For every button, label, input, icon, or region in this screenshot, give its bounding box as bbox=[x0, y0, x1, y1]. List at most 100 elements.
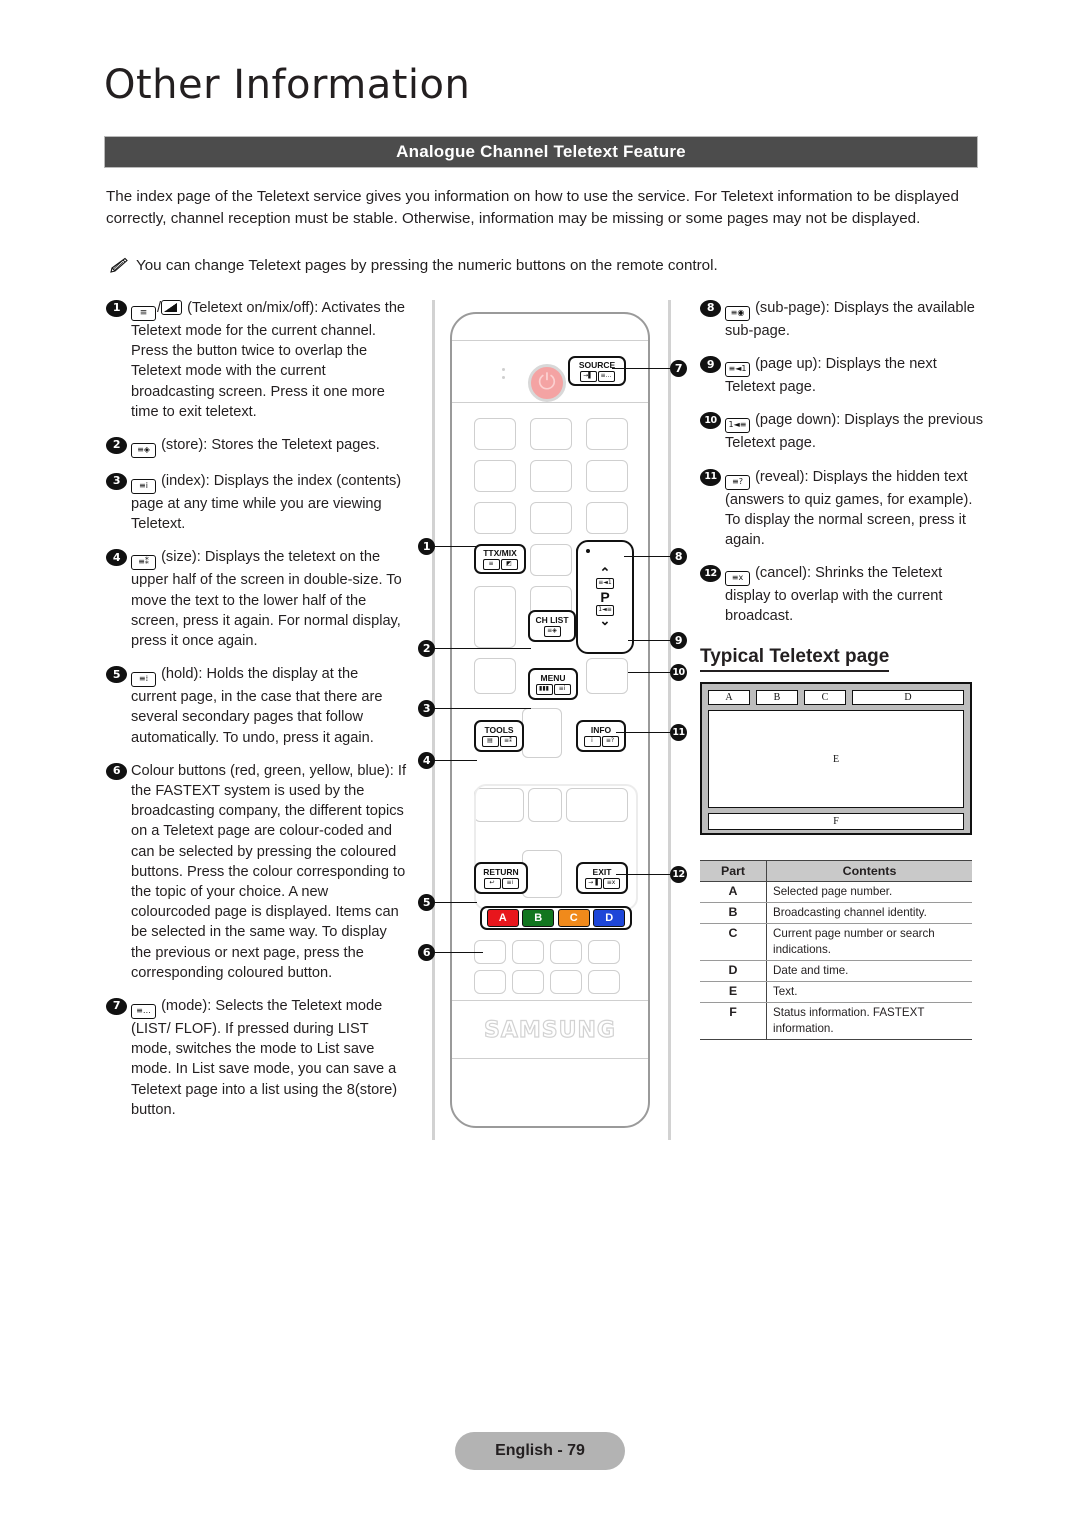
list-item: 6 Colour buttons (red, green, yellow, bl… bbox=[106, 761, 406, 983]
callout-6: 6 bbox=[418, 944, 483, 961]
numeric-key[interactable] bbox=[530, 460, 572, 492]
return-button-label: RETURN bbox=[483, 866, 519, 877]
menu-button-label: MENU bbox=[540, 672, 566, 683]
source-icon-group: →▌ ≡… bbox=[579, 370, 615, 382]
cell-contents: Broadcasting channel identity. bbox=[766, 902, 972, 924]
side-key[interactable] bbox=[586, 658, 628, 694]
indicator-dots bbox=[502, 368, 562, 425]
cell-part: C bbox=[700, 923, 767, 961]
numeric-key[interactable] bbox=[474, 460, 516, 492]
volume-key[interactable] bbox=[474, 586, 516, 648]
page-down-icon: 1◄≡ bbox=[725, 418, 750, 434]
numeric-key[interactable] bbox=[530, 418, 572, 450]
diagram-region-a: A bbox=[708, 690, 750, 705]
list-item-label: (reveal): Displays the hidden text (answ… bbox=[725, 468, 973, 549]
callout-11: 11 bbox=[616, 724, 687, 741]
tools-icon-group: ▤ ≡⁑ bbox=[481, 735, 517, 747]
callout-number: 4 bbox=[418, 752, 435, 769]
section-title: Analogue Channel Teletext Feature bbox=[396, 142, 686, 161]
cell-part: B bbox=[700, 902, 767, 924]
return-button[interactable]: RETURN ↩ ≡⁞ bbox=[474, 862, 528, 894]
list-item: 11 ≡? (reveal): Displays the hidden text… bbox=[700, 467, 985, 551]
cell-part: F bbox=[700, 1002, 767, 1040]
size-icon: ≡⁑ bbox=[499, 735, 517, 747]
list-item-body: ≡x (cancel): Shrinks the Teletext displa… bbox=[725, 563, 985, 626]
callout-line bbox=[435, 545, 477, 548]
menu-icon-group: ▮▮▮ ≡i bbox=[535, 683, 571, 695]
callout-line bbox=[628, 639, 670, 642]
remote-divider bbox=[452, 340, 648, 341]
list-item-body: ≡◉ (sub-page): Displays the available su… bbox=[725, 298, 985, 341]
list-item-body: ≡◄1 (page up): Displays the next Teletex… bbox=[725, 354, 985, 397]
callout-line bbox=[616, 731, 670, 734]
size-icon: ≡⁑ bbox=[131, 555, 156, 571]
return-arrow-icon: ↩ bbox=[483, 877, 501, 889]
list-item: 7 ≡… (mode): Selects the Teletext mode (… bbox=[106, 996, 406, 1120]
cell-part: D bbox=[700, 960, 767, 982]
typical-page-heading: Typical Teletext page bbox=[700, 646, 890, 672]
numeric-key[interactable] bbox=[586, 502, 628, 534]
side-key[interactable] bbox=[474, 658, 516, 694]
callout-number: 7 bbox=[670, 360, 687, 377]
tools-button[interactable]: TOOLS ▤ ≡⁑ bbox=[474, 720, 524, 752]
list-item-label: (hold): Holds the display at the current… bbox=[131, 666, 383, 746]
input-arrow-icon: →▌ bbox=[579, 370, 597, 382]
callout-rail-right bbox=[668, 300, 671, 1140]
colour-button-a[interactable]: A bbox=[486, 909, 519, 927]
callout-7: 7 bbox=[612, 360, 687, 377]
numeric-key[interactable] bbox=[530, 502, 572, 534]
lower-key[interactable] bbox=[588, 970, 620, 994]
numeric-key[interactable] bbox=[474, 502, 516, 534]
callout-10: 10 bbox=[628, 664, 687, 681]
list-item-label: (mode): Selects the Teletext mode (LIST/… bbox=[131, 998, 398, 1118]
list-item-label: (store): Stores the Teletext pages. bbox=[161, 437, 380, 454]
list-item-label: Colour buttons (red, green, yellow, blue… bbox=[131, 762, 406, 981]
ch-list-button[interactable]: CH LIST ≡◈ bbox=[528, 610, 576, 642]
numeric-key[interactable] bbox=[474, 418, 516, 450]
remote-divider bbox=[452, 1000, 648, 1001]
lower-key[interactable] bbox=[474, 970, 506, 994]
list-item-body: ≡◈ (store): Stores the Teletext pages. bbox=[131, 435, 406, 459]
colour-button-d[interactable]: D bbox=[593, 909, 626, 927]
ttx-mix-button-label: TTX/MIX bbox=[483, 547, 517, 558]
power-button[interactable] bbox=[528, 364, 566, 402]
typical-teletext-page-diagram: A B C D E F bbox=[700, 682, 972, 835]
lower-key[interactable] bbox=[512, 940, 544, 964]
list-item-label: (page up): Displays the next Teletext pa… bbox=[725, 356, 937, 396]
lower-key[interactable] bbox=[550, 970, 582, 994]
numeric-key[interactable] bbox=[586, 418, 628, 450]
callout-number: 10 bbox=[670, 664, 687, 681]
list-item-body: ≡⁑ (size): Displays the teletext on the … bbox=[131, 547, 406, 651]
ch-list-icon-group: ≡◈ bbox=[543, 625, 561, 637]
callout-number: 12 bbox=[700, 565, 721, 583]
numeric-key[interactable] bbox=[586, 460, 628, 492]
remote-body: SOURCE →▌≡… TTX/MIX ≡◩ PRE-CH ≡◉ CH LIST… bbox=[450, 312, 650, 1128]
intro-paragraph: The index page of the Teletext service g… bbox=[106, 188, 959, 227]
lower-key[interactable] bbox=[512, 970, 544, 994]
lower-key[interactable] bbox=[588, 940, 620, 964]
exit-icon-group: →▐ ≡x bbox=[584, 877, 620, 889]
reveal-icon: ≡? bbox=[725, 474, 750, 490]
callout-8: 8 bbox=[624, 548, 687, 565]
diagram-top-row: A B C D bbox=[708, 690, 964, 705]
callout-number: 5 bbox=[106, 666, 127, 684]
list-item-body: ≡ / (Teletext on/mix/off): Activates the … bbox=[131, 300, 406, 420]
parts-contents-table: Part Contents A Selected page number. B … bbox=[700, 860, 972, 1040]
callout-5: 5 bbox=[418, 894, 477, 911]
menu-button[interactable]: MENU ▮▮▮ ≡i bbox=[528, 668, 578, 700]
cell-contents: Date and time. bbox=[766, 960, 972, 982]
colour-button-b[interactable]: B bbox=[522, 909, 555, 927]
list-item: 3 ≡i (index): Displays the index (conten… bbox=[106, 471, 406, 534]
callout-number: 8 bbox=[700, 300, 721, 317]
list-item-body: 1◄≡ (page down): Displays the previous T… bbox=[725, 410, 985, 453]
callout-number: 2 bbox=[418, 640, 435, 657]
callout-number: 7 bbox=[106, 998, 127, 1016]
p-label: P bbox=[600, 589, 610, 605]
numeric-key[interactable] bbox=[530, 544, 572, 576]
ttx-mix-button[interactable]: TTX/MIX ≡ ◩ bbox=[474, 544, 526, 574]
callout-line bbox=[628, 671, 670, 674]
colour-button-c[interactable]: C bbox=[557, 909, 590, 927]
list-item-label: (Teletext on/mix/off): Activates the Tel… bbox=[131, 300, 406, 420]
list-item: 2 ≡◈ (store): Stores the Teletext pages. bbox=[106, 435, 406, 459]
lower-key[interactable] bbox=[550, 940, 582, 964]
